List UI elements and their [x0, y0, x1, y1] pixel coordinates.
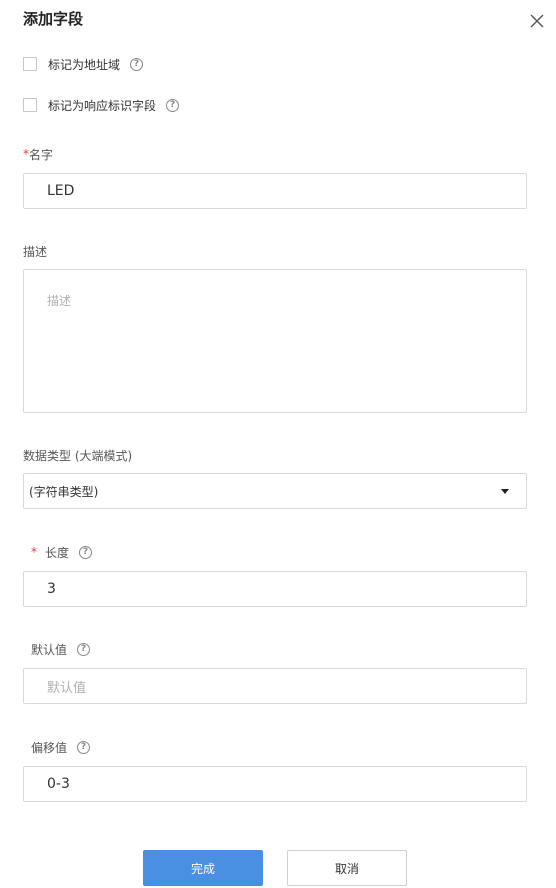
add-field-dialog: 添加字段 标记为地址域 ? 标记为响应标识字段 ? * 名字 LED 描述 描述…: [0, 0, 556, 888]
address-field-label: 标记为地址域: [48, 57, 121, 72]
length-label: * 长度 ?: [31, 544, 93, 560]
data-type-label-text: 数据类型 (大端模式): [23, 448, 133, 463]
length-input[interactable]: 3: [23, 571, 527, 607]
response-id-checkbox[interactable]: [23, 98, 37, 112]
offset-label-text: 偏移值: [31, 740, 68, 755]
help-icon[interactable]: ?: [130, 57, 144, 71]
help-icon[interactable]: ?: [79, 545, 93, 559]
confirm-button[interactable]: 完成: [143, 850, 263, 886]
default-value-placeholder: 默认值: [47, 680, 87, 696]
name-input-value: LED: [47, 183, 75, 199]
close-icon[interactable]: [525, 9, 549, 33]
description-placeholder: 描述: [47, 294, 72, 308]
name-input[interactable]: LED: [23, 173, 527, 209]
data-type-label: 数据类型 (大端模式): [23, 447, 132, 463]
help-icon[interactable]: ?: [77, 740, 91, 754]
data-type-select[interactable]: (字符串类型): [23, 473, 527, 509]
data-type-selected: (字符串类型): [29, 484, 99, 499]
default-value-label: 默认值 ?: [31, 641, 91, 657]
offset-input-value: 0-3: [47, 776, 70, 792]
address-field-checkbox[interactable]: [23, 57, 37, 71]
chevron-down-icon: [501, 489, 509, 494]
dialog-title: 添加字段: [23, 10, 84, 28]
description-label: 描述: [23, 243, 47, 259]
cancel-button[interactable]: 取消: [287, 850, 407, 886]
default-value-label-text: 默认值: [31, 642, 68, 657]
response-id-label: 标记为响应标识字段: [48, 98, 157, 113]
offset-label: 偏移值 ?: [31, 739, 91, 755]
name-label: * 名字: [23, 146, 53, 162]
default-value-input[interactable]: 默认值: [23, 668, 527, 704]
help-icon[interactable]: ?: [77, 642, 91, 656]
required-mark: *: [31, 545, 37, 559]
description-textarea[interactable]: 描述: [23, 269, 527, 413]
length-input-value: 3: [47, 581, 56, 597]
response-id-checkbox-row[interactable]: 标记为响应标识字段 ?: [23, 96, 180, 114]
name-label-text: 名字: [29, 147, 54, 162]
help-icon[interactable]: ?: [166, 98, 180, 112]
description-label-text: 描述: [23, 244, 48, 259]
length-label-text: 长度: [45, 545, 70, 560]
offset-input[interactable]: 0-3: [23, 766, 527, 802]
address-field-checkbox-row[interactable]: 标记为地址域 ?: [23, 55, 144, 73]
close-icon-svg: [530, 14, 544, 28]
